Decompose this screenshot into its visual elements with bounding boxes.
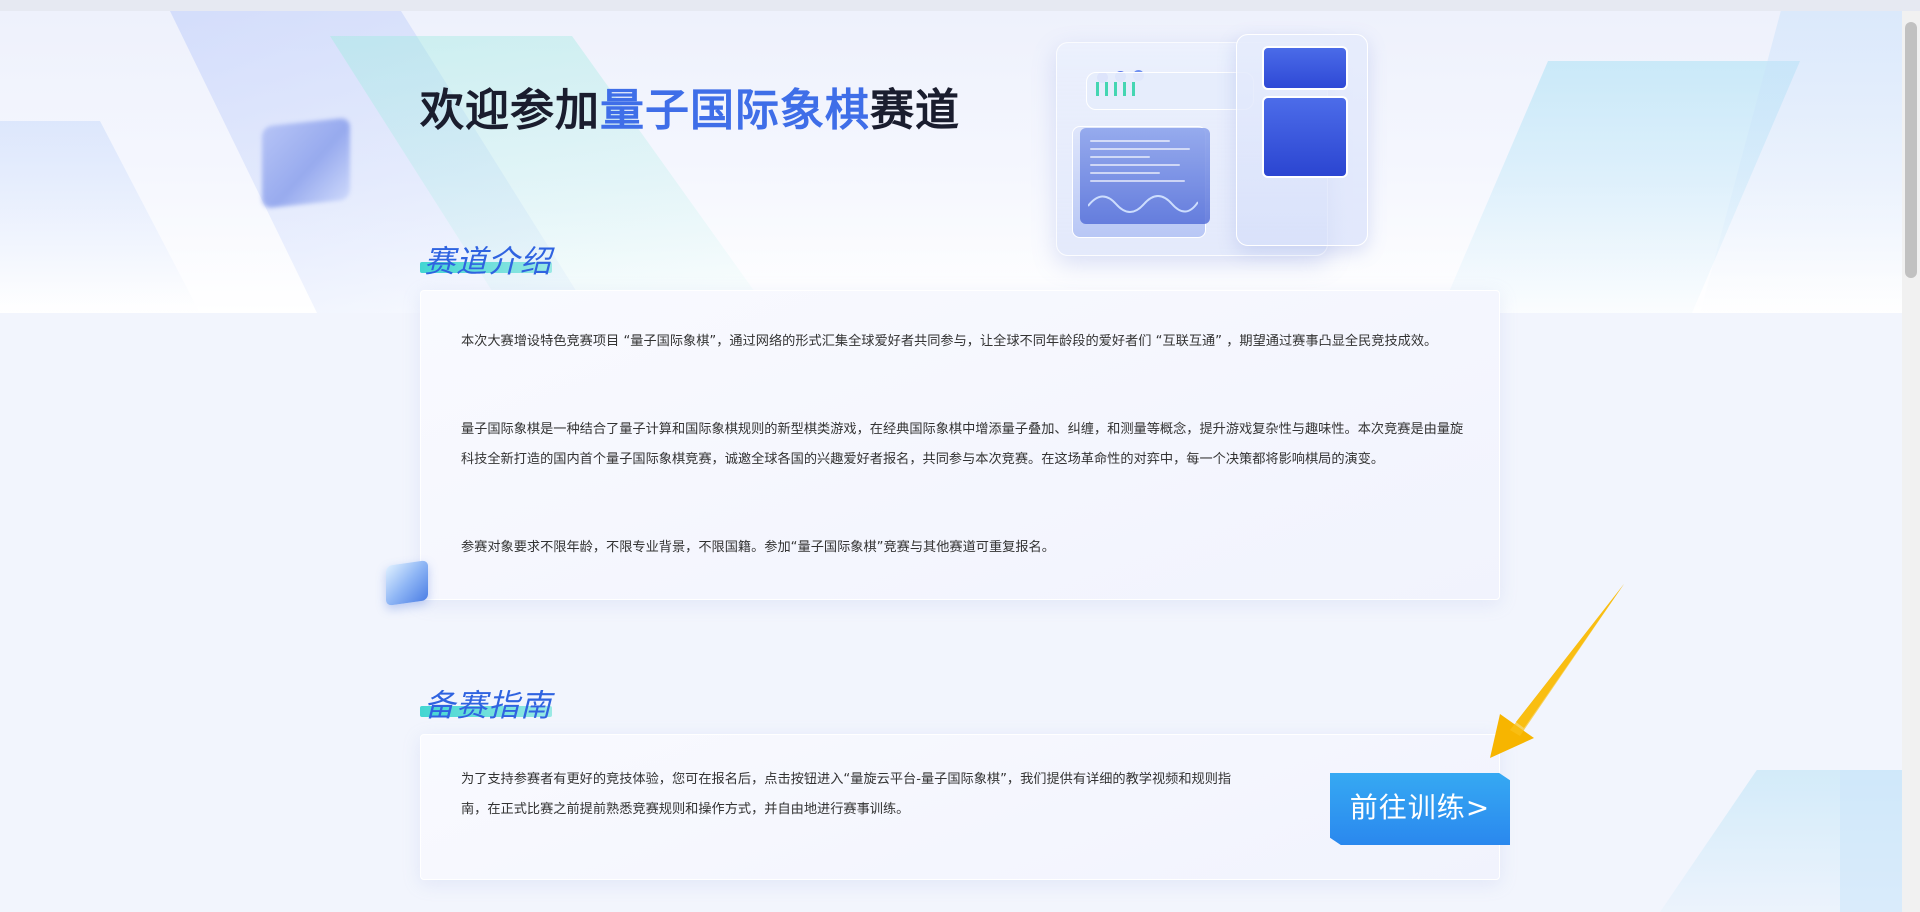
intro-paragraph: 参赛对象要求不限年龄，不限专业背景，不限国籍。参加“量子国际象棋”竞赛与其他赛道… [461,540,1055,555]
page-title: 欢迎参加量子国际象棋赛道 [420,74,960,138]
cube-icon [386,560,428,606]
intro-paragraph: 量子国际象棋是一种结合了量子计算和国际象棋规则的新型棋类游戏，在经典国际象棋中增… [461,422,1464,467]
title-highlight: 量子国际象棋 [600,85,870,136]
blue-card [1262,46,1348,90]
code-screen [1080,128,1210,224]
hero-illustration [1056,26,1368,271]
section-title-intro: 赛道介绍 [424,244,552,280]
arrow-annotation-icon [1490,584,1624,758]
intro-paragraph: 本次大赛增设特色竞赛项目 “量子国际象棋”，通过网络的形式汇集全球爱好者共同参与… [461,334,1438,349]
title-suffix: 赛道 [870,85,960,136]
browser-top-strip [0,0,1920,11]
guide-paragraph: 为了支持参赛者有更好的竞技体验，您可在报名后，点击按钮进入“量旋云平台-量子国际… [461,772,1232,817]
section-title-guide: 备赛指南 [424,688,552,724]
decorative-shape [0,121,200,313]
signal-bars-icon [1096,82,1136,96]
title-prefix: 欢迎参加 [420,85,600,136]
blue-card [1262,96,1348,178]
scrollbar-thumb[interactable] [1905,22,1917,278]
intro-card: 本次大赛增设特色竞赛项目 “量子国际象棋”，通过网络的形式汇集全球爱好者共同参与… [420,290,1500,600]
go-to-training-button[interactable]: 前往训练> [1330,773,1510,845]
decorative-shape [1840,770,1902,912]
blurred-cube-icon [262,117,350,209]
wave-icon [1088,195,1198,213]
